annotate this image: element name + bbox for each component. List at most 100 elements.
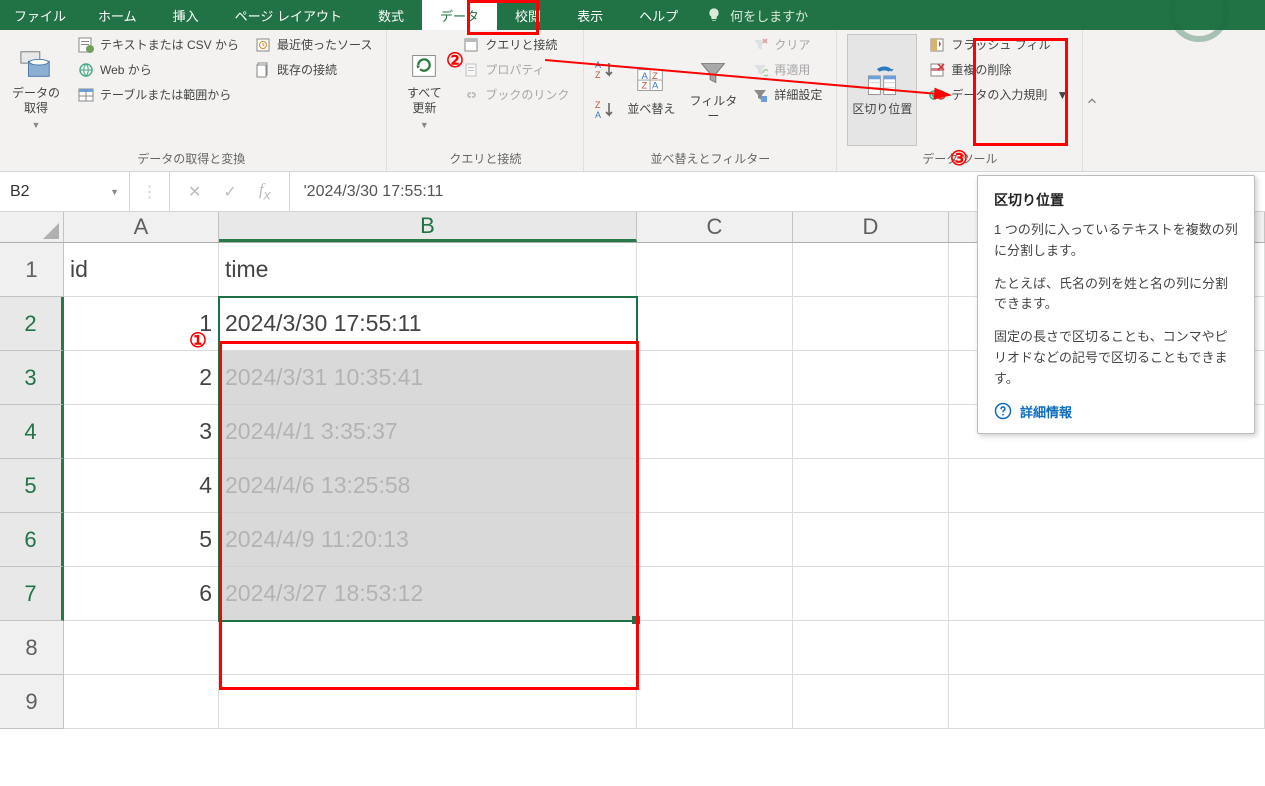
- row-header-6[interactable]: 6: [0, 513, 64, 567]
- data-validation[interactable]: データの入力規則 ▼: [925, 84, 1072, 105]
- row-header-9[interactable]: 9: [0, 675, 64, 729]
- text-to-columns-button[interactable]: 区切り位置: [847, 34, 917, 146]
- col-header-A[interactable]: A: [64, 212, 219, 242]
- tab-insert[interactable]: 挿入: [155, 0, 217, 30]
- select-all-corner[interactable]: [0, 212, 64, 242]
- cell-B5[interactable]: 2024/4/6 13:25:58: [219, 459, 637, 513]
- tab-data[interactable]: データ: [422, 0, 497, 30]
- tab-review[interactable]: 校閲: [497, 0, 559, 30]
- cell-D6[interactable]: [793, 513, 949, 567]
- sort-icon: AZZA: [634, 64, 668, 98]
- advanced-filter[interactable]: 詳細設定: [748, 84, 826, 105]
- remove-duplicates[interactable]: 重複の削除: [925, 59, 1072, 80]
- cell-B6[interactable]: 2024/4/9 11:20:13: [219, 513, 637, 567]
- filter-label: フィルター: [688, 94, 738, 124]
- tab-page-layout[interactable]: ページ レイアウト: [217, 0, 360, 30]
- flash-fill[interactable]: フラッシュ フィル: [925, 34, 1072, 55]
- menu-bar: ファイル ホーム 挿入 ページ レイアウト 数式 データ 校閲 表示 ヘルプ 何…: [0, 0, 1265, 30]
- cell-B2[interactable]: 2024/3/30 17:55:11: [219, 297, 637, 351]
- cell-C1[interactable]: [637, 243, 793, 297]
- cell-A3[interactable]: 2: [64, 351, 219, 405]
- svg-text:Z: Z: [595, 100, 601, 110]
- row-header-1[interactable]: 1: [0, 243, 64, 297]
- chevron-down-icon: ▼: [420, 120, 429, 131]
- name-box[interactable]: B2 ▼: [0, 172, 130, 211]
- cell-C5[interactable]: [637, 459, 793, 513]
- cell-rest-7[interactable]: [949, 567, 1265, 621]
- cell-D2[interactable]: [793, 297, 949, 351]
- sort-desc-icon[interactable]: ZA: [594, 99, 616, 121]
- cell-B9[interactable]: [219, 675, 637, 729]
- cell-C7[interactable]: [637, 567, 793, 621]
- formula-value[interactable]: '2024/3/30 17:55:11: [290, 183, 458, 201]
- filter-button[interactable]: フィルター: [686, 34, 740, 146]
- recent-sources[interactable]: 最近使ったソース: [251, 34, 376, 55]
- cell-rest-8[interactable]: [949, 621, 1265, 675]
- cell-A9[interactable]: [64, 675, 219, 729]
- from-table-range[interactable]: テーブルまたは範囲から: [74, 84, 243, 105]
- cell-A4[interactable]: 3: [64, 405, 219, 459]
- col-header-B[interactable]: B: [219, 212, 637, 242]
- clear-filter: クリア: [748, 34, 826, 55]
- name-box-value: B2: [10, 183, 102, 201]
- row-header-3[interactable]: 3: [0, 351, 64, 405]
- tab-view[interactable]: 表示: [559, 0, 621, 30]
- existing-label: 既存の接続: [277, 61, 337, 78]
- tell-me-label: 何をしますか: [730, 6, 808, 25]
- sort-asc-icon[interactable]: AZ: [594, 59, 616, 81]
- group-label-query: クエリと接続: [397, 146, 573, 169]
- col-header-C[interactable]: C: [637, 212, 793, 242]
- cell-rest-5[interactable]: [949, 459, 1265, 513]
- cell-A7[interactable]: 6: [64, 567, 219, 621]
- cell-D9[interactable]: [793, 675, 949, 729]
- from-web[interactable]: Web から: [74, 59, 243, 80]
- tab-formulas[interactable]: 数式: [360, 0, 422, 30]
- cell-D5[interactable]: [793, 459, 949, 513]
- cell-C3[interactable]: [637, 351, 793, 405]
- cell-C4[interactable]: [637, 405, 793, 459]
- ribbon-overflow-icon[interactable]: [1082, 30, 1100, 171]
- cell-C6[interactable]: [637, 513, 793, 567]
- get-data-button[interactable]: データの 取得 ▼: [6, 34, 66, 146]
- cell-B1[interactable]: time: [219, 243, 637, 297]
- cell-C8[interactable]: [637, 621, 793, 675]
- cell-A8[interactable]: [64, 621, 219, 675]
- tab-file[interactable]: ファイル: [0, 0, 80, 30]
- cell-A5[interactable]: 4: [64, 459, 219, 513]
- enter-icon[interactable]: ✓: [223, 182, 236, 202]
- from-text-csv[interactable]: テキストまたは CSV から: [74, 34, 243, 55]
- row-header-7[interactable]: 7: [0, 567, 64, 621]
- cell-rest-6[interactable]: [949, 513, 1265, 567]
- cell-B3[interactable]: 2024/3/31 10:35:41: [219, 351, 637, 405]
- row-header-2[interactable]: 2: [0, 297, 64, 351]
- cell-D1[interactable]: [793, 243, 949, 297]
- tooltip-more-link[interactable]: 詳細情報: [994, 402, 1238, 421]
- row-header-4[interactable]: 4: [0, 405, 64, 459]
- row-header-8[interactable]: 8: [0, 621, 64, 675]
- cell-D4[interactable]: [793, 405, 949, 459]
- cell-D3[interactable]: [793, 351, 949, 405]
- queries-connections[interactable]: クエリと接続: [459, 34, 573, 55]
- tab-home[interactable]: ホーム: [80, 0, 155, 30]
- cell-A6[interactable]: 5: [64, 513, 219, 567]
- cell-C2[interactable]: [637, 297, 793, 351]
- tab-help[interactable]: ヘルプ: [621, 0, 696, 30]
- col-header-D[interactable]: D: [793, 212, 949, 242]
- sort-button[interactable]: AZZA 並べ替え: [624, 34, 678, 146]
- cell-A1[interactable]: id: [64, 243, 219, 297]
- cell-rest-9[interactable]: [949, 675, 1265, 729]
- cell-B7[interactable]: 2024/3/27 18:53:12: [219, 567, 637, 621]
- cell-B4[interactable]: 2024/4/1 3:35:37: [219, 405, 637, 459]
- cell-C9[interactable]: [637, 675, 793, 729]
- cell-A2[interactable]: 1: [64, 297, 219, 351]
- cell-D8[interactable]: [793, 621, 949, 675]
- cell-D7[interactable]: [793, 567, 949, 621]
- existing-connections[interactable]: 既存の接続: [251, 59, 376, 80]
- tell-me[interactable]: 何をしますか: [706, 0, 808, 30]
- refresh-all-button[interactable]: すべて 更新 ▼: [397, 34, 451, 146]
- cancel-icon[interactable]: ✕: [188, 182, 201, 202]
- cell-B8[interactable]: [219, 621, 637, 675]
- chevron-down-icon: ▼: [1056, 88, 1068, 102]
- fx-icon[interactable]: fx: [259, 180, 271, 203]
- row-header-5[interactable]: 5: [0, 459, 64, 513]
